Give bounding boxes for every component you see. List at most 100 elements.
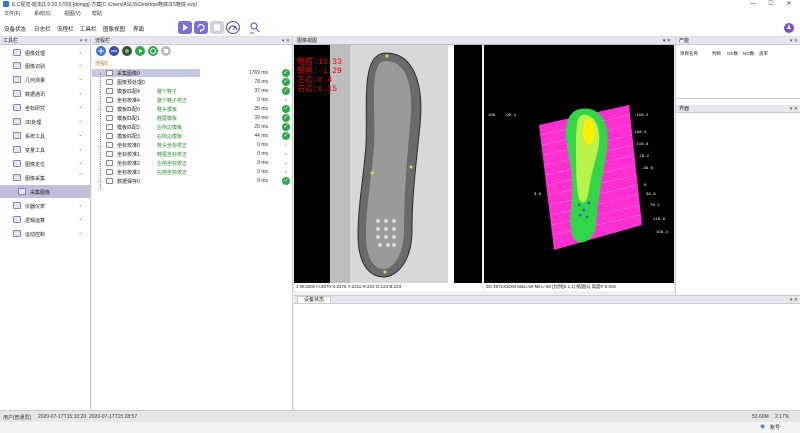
positioning-icon (13, 160, 21, 167)
step-description: 左侧坐标校正 (157, 161, 188, 167)
flow-header: 流程栏 ▾ ✕ (92, 37, 292, 45)
tool-group-communication[interactable]: 数据通讯 ⌄ (0, 87, 90, 100)
speed-gauge-icon[interactable] (226, 21, 240, 34)
menu-help[interactable]: 帮助 (92, 10, 102, 17)
add-flow-icon[interactable] (96, 46, 106, 56)
flow-step-row[interactable]: 坐标校准1 鞋尾坐标校正 0 ms ⌄ (92, 150, 289, 162)
col-item-name: 项目名称 (680, 51, 698, 56)
account-label[interactable]: 账号 (770, 424, 780, 431)
tick-right-2: -118.8 (634, 143, 649, 147)
stop-icon[interactable] (210, 21, 224, 34)
step-time: 0 ms (257, 151, 268, 157)
acquisition-icon (13, 174, 21, 181)
step-time: 0 ms (257, 169, 268, 175)
flow-step-row[interactable]: 模板匹配3 右侧边模板 44 ms ✓ (92, 132, 290, 144)
step-icon (106, 79, 113, 85)
ok-check-icon: ✓ (282, 78, 290, 86)
overlay-line-4: 右边:6.15 (297, 85, 338, 94)
step-time: 25 ms (254, 106, 268, 112)
remove-flow-icon[interactable] (109, 46, 119, 56)
step-time: 29 ms (254, 124, 268, 130)
settings-gear-icon[interactable] (122, 46, 132, 56)
flow-step-row[interactable]: 采集图像0 1769 ms ✓ (92, 69, 290, 81)
user-search-icon[interactable] (248, 21, 262, 34)
flow-step-row[interactable]: 坐标校准3 右侧坐标校正 0 ms ⌄ (92, 168, 289, 180)
toolbar-device-status[interactable]: 设备状态 (4, 25, 26, 33)
tool-group-positioning[interactable]: 图像定位 ⌄ (0, 157, 90, 170)
tick-left-mid: 3.6 (534, 193, 542, 197)
motion-control-icon (13, 230, 21, 237)
image-processing-icon (13, 49, 21, 56)
chevron-down-icon: ⌄ (78, 104, 84, 110)
flow-tab[interactable]: 流程0 (95, 60, 108, 67)
chevron-down-icon: ⌄ (78, 76, 84, 82)
pin-icon[interactable]: ▾ ✕ (663, 37, 671, 45)
tool-group-logic[interactable]: 逻辑运算 ⌄ (0, 213, 90, 226)
flow-step-row[interactable]: 模板匹配2 左侧边模板 29 ms ✓ (92, 123, 290, 135)
menu-file[interactable]: 文件(F) (4, 10, 20, 17)
run-flow-icon[interactable] (135, 46, 145, 56)
step-icon (106, 88, 113, 94)
tool-group-system[interactable]: 系统工具 ⌄ (0, 129, 90, 142)
col-ok-count: OK数 (727, 51, 739, 56)
ok-check-icon: ✓ (282, 69, 290, 77)
flow-step-row[interactable]: 坐标校准0 鞋头坐标校正 0 ms ⌄ (92, 141, 289, 153)
chevron-down-icon: ⌄ (283, 160, 289, 166)
tool-group-geometry[interactable]: 几何测量 ⌄ (0, 73, 90, 86)
menu-view[interactable]: 视图(V) (64, 10, 81, 17)
toolbar-image-view[interactable]: 图像视图 (103, 25, 125, 33)
tool-group-motion[interactable]: 运动控制 ⌄ (0, 227, 90, 240)
account-icon[interactable]: ◉ (760, 423, 765, 430)
status-user: 用户[普通员] (3, 415, 31, 421)
minimize-button[interactable]: — (746, 0, 760, 9)
tick-right-7: 79.2 (650, 204, 660, 208)
step-description: 右侧坐标校正 (157, 170, 188, 176)
step-time: 78 ms (254, 79, 268, 85)
chevron-down-icon: ⌄ (78, 90, 84, 96)
toolbar-log[interactable]: 日志栏 (34, 25, 51, 33)
tool-group-3d[interactable]: 3D处理 ⌄ (0, 115, 90, 128)
tool-group-variables[interactable]: 变量工具 ⌄ (0, 143, 90, 156)
tool-group-coordinates[interactable]: 坐标研究 ⌄ (0, 101, 90, 114)
tick-right-4: -39.6 (641, 167, 654, 171)
flow-step-row[interactable]: 图像预处理0 78 ms ✓ (92, 78, 290, 90)
flow-step-row[interactable]: 模板匹配0 鞋头模板 25 ms ✓ (92, 105, 290, 117)
image-3d-view[interactable]: 108 -90.4 -158.4 -138.4 -118.8 -79.2 -39… (484, 45, 674, 283)
avatar[interactable]: ♟ (784, 23, 794, 33)
close-button[interactable]: ✕ (782, 0, 796, 9)
tool-group-instruments[interactable]: 仪器仪表 ⌄ (0, 199, 90, 212)
loop-flow-icon[interactable] (148, 46, 158, 56)
step-name: 数据保存0 (117, 179, 140, 185)
pin-icon[interactable]: ▾ ✕ (790, 296, 798, 304)
3d-icon (13, 118, 21, 125)
run-once-icon[interactable] (178, 21, 192, 34)
menu-system[interactable]: 系统(S) (34, 10, 51, 17)
stop-flow-icon[interactable] (161, 46, 171, 56)
step-description: 鞋尾模板 (157, 116, 178, 122)
pin-icon[interactable]: ▾ ✕ (80, 37, 88, 45)
step-name: 坐标校准2 (117, 161, 140, 167)
toolbar-flow[interactable]: 流程栏 (57, 25, 74, 33)
pin-icon[interactable]: ▾ ✕ (790, 105, 798, 113)
tool-group-acquisition[interactable]: 图像采集 ⌃ (0, 171, 90, 184)
pin-icon[interactable]: ▾ ✕ (282, 37, 290, 45)
flow-step-row[interactable]: 数据保存0 0 ms ✓ (92, 177, 290, 189)
pin-icon[interactable]: ▾ ✕ (790, 37, 798, 45)
flow-step-row[interactable]: 模板匹配4 整个鞋子 37 ms ✓ (92, 87, 290, 99)
flow-step-row[interactable]: 坐标校准2 左侧坐标校正 0 ms ⌄ (92, 159, 289, 171)
run-loop-icon[interactable] (194, 21, 208, 34)
step-name: 模板匹配3 (117, 134, 140, 140)
toolbar-interface[interactable]: 界面 (133, 25, 144, 33)
flow-step-row[interactable]: 坐标校准4 整个鞋子校正 0 ms ⌄ (92, 96, 289, 108)
device-status-tab[interactable]: 设备状态 (297, 296, 332, 303)
tick-top-1: 108 (488, 114, 496, 118)
tool-group-image-recognition[interactable]: 图像识别 ⌄ (0, 59, 90, 72)
tool-acquire-image[interactable]: 采集图像 (0, 185, 90, 198)
ok-check-icon: ✓ (282, 87, 290, 95)
app-logo-icon (3, 1, 9, 7)
tool-group-image-processing[interactable]: 图像处理 ⌄ (0, 46, 90, 59)
flow-step-row[interactable]: 模板匹配1 鞋尾模板 39 ms ✓ (92, 114, 290, 126)
tick-top-3: -158.4 (634, 114, 649, 118)
maximize-button[interactable]: ☐ (764, 0, 778, 9)
toolbar-tools[interactable]: 工具栏 (80, 25, 97, 33)
